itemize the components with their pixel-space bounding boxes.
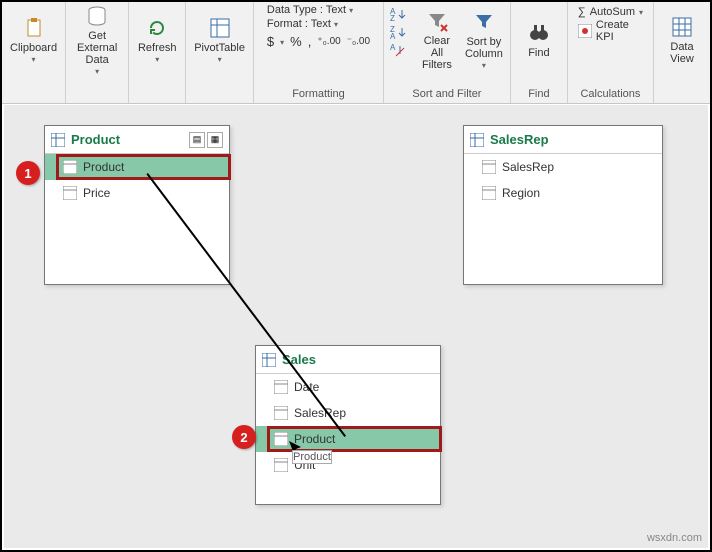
table-window-product[interactable]: Product ▤ ▦ Product Price (44, 125, 230, 285)
highlight-1 (56, 154, 231, 180)
table-header[interactable]: Product ▤ ▦ (45, 126, 229, 154)
format-symbols-row: $▾ % , ⁺₀.00 ⁻₀.00 (267, 34, 370, 49)
group-view: Data View (654, 2, 710, 103)
create-kpi-button[interactable]: Create KPI (578, 19, 643, 43)
svg-text:A: A (390, 32, 396, 40)
table-icon (470, 133, 484, 147)
ribbon: Clipboard ▾ Get External Data ▾ Refres (2, 2, 710, 104)
increase-decimal-button[interactable]: ⁺₀.00 (317, 36, 340, 47)
filter-clear-icon (425, 9, 449, 33)
datatype-row[interactable]: Data Type : Text ▾ (267, 4, 370, 16)
get-external-data-button[interactable]: Get External Data ▾ (70, 4, 124, 76)
comma-button[interactable]: , (308, 34, 312, 49)
chevron-down-icon: ▾ (155, 55, 159, 64)
sort-by-column-button[interactable]: Sort by Column ▾ (462, 4, 506, 76)
database-icon (85, 4, 109, 28)
chevron-down-icon: ▾ (218, 55, 222, 64)
field-region[interactable]: Region (464, 180, 662, 206)
table-title: Sales (282, 352, 434, 367)
table-window-salesrep[interactable]: SalesRep SalesRep Region (463, 125, 663, 285)
group-pivot: PivotTable ▾ (186, 2, 254, 103)
field-date[interactable]: Date (256, 374, 440, 400)
find-button[interactable]: Find (515, 4, 563, 76)
clipboard-button[interactable]: Clipboard ▾ (6, 4, 61, 76)
refresh-label: Refresh (138, 42, 177, 54)
table-title: SalesRep (490, 132, 656, 147)
column-icon (63, 186, 77, 200)
column-icon (274, 380, 288, 394)
drag-relationship-line (146, 173, 346, 437)
table-icon (262, 353, 276, 367)
table-header[interactable]: Sales (256, 346, 440, 374)
table-title: Product (71, 132, 183, 147)
chevron-down-icon: ▾ (639, 8, 643, 17)
view-mode-icon[interactable]: ▦ (207, 132, 223, 148)
chevron-down-icon: ▾ (482, 61, 486, 70)
svg-text:A: A (390, 43, 396, 52)
format-row[interactable]: Format : Text ▾ (267, 18, 370, 30)
group-getdata: Get External Data ▾ (66, 2, 129, 103)
decrease-decimal-button[interactable]: ⁻₀.00 (347, 36, 370, 47)
refresh-icon (145, 16, 169, 40)
binoculars-icon (527, 21, 551, 45)
column-icon (274, 458, 288, 472)
group-formatting: Data Type : Text ▾ Format : Text ▾ $▾ % … (254, 2, 384, 103)
pivot-label: PivotTable (194, 42, 245, 54)
group-find: Find Find (511, 2, 568, 103)
field-salesrep[interactable]: SalesRep (464, 154, 662, 180)
column-icon (482, 186, 496, 200)
field-price[interactable]: Price (45, 180, 229, 206)
group-sortfilter: AZ ZA A Clear All Filters Sort by Column… (384, 2, 511, 103)
table-icon (51, 133, 65, 147)
table-window-sales[interactable]: Sales Date SalesRep Product Unit (255, 345, 441, 505)
clear-filters-button[interactable]: Clear All Filters (414, 4, 460, 76)
view-mode-icon[interactable]: ▤ (189, 132, 205, 148)
data-view-button[interactable]: Data View (658, 4, 706, 76)
watermark: wsxdn.com (647, 532, 702, 544)
chevron-down-icon: ▾ (32, 55, 36, 64)
pivottable-button[interactable]: PivotTable ▾ (190, 4, 249, 76)
sort-asc-button[interactable]: AZ (390, 6, 410, 22)
column-icon (482, 160, 496, 174)
getdata-label: Get External Data (74, 30, 120, 66)
callout-2: 2 (232, 425, 256, 449)
currency-button[interactable]: $ (267, 34, 274, 49)
group-calculations: ∑ AutoSum ▾ Create KPI Calculations (568, 2, 654, 103)
field-salesrep[interactable]: SalesRep (256, 400, 440, 426)
svg-text:Z: Z (390, 14, 395, 22)
sigma-icon: ∑ (578, 6, 586, 18)
pivottable-icon (208, 16, 232, 40)
formatting-group-label: Formatting (292, 85, 345, 103)
callout-1: 1 (16, 161, 40, 185)
column-icon (274, 406, 288, 420)
field-unit[interactable]: Unit (256, 452, 440, 478)
clear-sort-button[interactable]: A (390, 42, 410, 58)
group-clipboard: Clipboard ▾ (2, 2, 66, 103)
sort-desc-button[interactable]: ZA (390, 24, 410, 40)
diagram-canvas[interactable]: Product ▤ ▦ Product Price SalesRep Sales… (4, 105, 708, 548)
autosum-button[interactable]: ∑ AutoSum ▾ (578, 6, 643, 18)
chevron-down-icon: ▾ (334, 20, 338, 29)
chevron-down-icon: ▾ (95, 67, 99, 76)
grid-icon (670, 15, 694, 39)
percent-button[interactable]: % (290, 34, 302, 49)
chevron-down-icon: ▾ (349, 6, 353, 15)
sort-column-icon (472, 10, 496, 34)
drag-ghost-label: Product (292, 451, 332, 463)
table-header[interactable]: SalesRep (464, 126, 662, 154)
clipboard-label: Clipboard (10, 42, 57, 54)
group-refresh: Refresh ▾ (129, 2, 186, 103)
kpi-icon (578, 24, 592, 38)
refresh-button[interactable]: Refresh ▾ (133, 4, 181, 76)
clipboard-icon (22, 16, 46, 40)
